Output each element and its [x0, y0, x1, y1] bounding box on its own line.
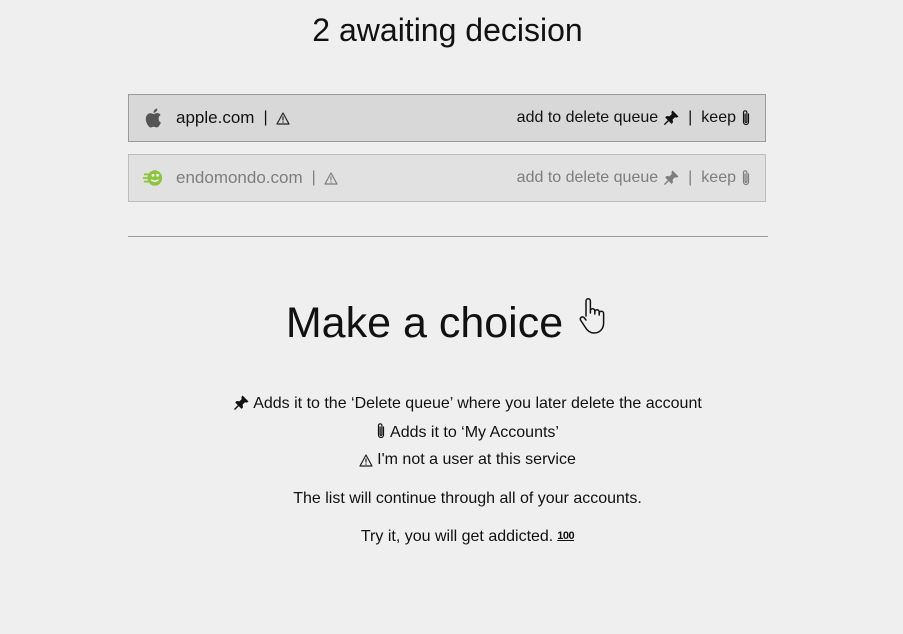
continue-note: The list will continue through all of yo…: [293, 490, 642, 507]
apple-logo-icon: [143, 108, 163, 128]
separator: |: [311, 169, 316, 186]
legend-keep-text: Adds it to ‘My Accounts’: [390, 424, 559, 441]
not-a-user-warning-icon[interactable]: [324, 171, 338, 185]
separator: |: [263, 109, 268, 126]
not-a-user-warning-icon[interactable]: [275, 111, 290, 125]
account-actions: add to delete queue | keep: [517, 169, 751, 187]
add-to-delete-queue-button[interactable]: add to delete queue: [517, 109, 679, 127]
addicted-note: Try it, you will get addicted. 100: [0, 526, 903, 547]
account-row-endomondo[interactable]: endomondo.com | add to delete queue | ke…: [128, 154, 766, 202]
account-actions: add to delete queue | keep: [517, 109, 751, 127]
keep-button[interactable]: keep: [701, 109, 751, 127]
legend-not-a-user-text: I'm not a user at this service: [377, 451, 576, 468]
addicted-text: Try it, you will get addicted.: [360, 528, 554, 545]
page: 2 awaiting decision apple.com | add to d…: [0, 0, 903, 634]
pushpin-icon: [663, 170, 679, 186]
paperclip-icon: [376, 422, 386, 446]
delete-queue-label: add to delete queue: [516, 169, 659, 186]
endomondo-logo-icon: [143, 168, 163, 188]
choice-heading-text: Make a choice: [285, 299, 564, 347]
keep-button[interactable]: keep: [701, 169, 751, 187]
pushpin-icon: [233, 395, 249, 417]
pointing-hand-icon: [577, 295, 609, 349]
paperclip-icon: [741, 169, 751, 187]
account-domain: apple.com: [176, 108, 255, 127]
legend-keep: Adds it to ‘My Accounts’: [0, 422, 903, 446]
legend-delete-queue: Adds it to the ‘Delete queue’ where you …: [0, 394, 903, 417]
keep-label: keep: [701, 169, 736, 186]
warning-icon: [359, 453, 373, 473]
paperclip-icon: [741, 109, 751, 127]
make-a-choice-heading: Make a choice: [0, 296, 895, 353]
pushpin-icon: [663, 110, 679, 126]
divider: [128, 236, 768, 237]
page-title: 2 awaiting decision: [312, 12, 583, 48]
delete-queue-label: add to delete queue: [516, 109, 659, 126]
action-separator: |: [688, 169, 693, 186]
add-to-delete-queue-button[interactable]: add to delete queue: [517, 169, 679, 187]
legend-delete-queue-text: Adds it to the ‘Delete queue’ where you …: [253, 395, 702, 412]
keep-label: keep: [701, 109, 736, 126]
legend-not-a-user: I'm not a user at this service: [0, 450, 903, 473]
hundred-points-icon: 100: [557, 530, 575, 542]
account-domain: endomondo.com: [176, 168, 303, 187]
account-row-apple[interactable]: apple.com | add to delete queue | keep: [128, 94, 766, 142]
action-separator: |: [688, 109, 693, 126]
